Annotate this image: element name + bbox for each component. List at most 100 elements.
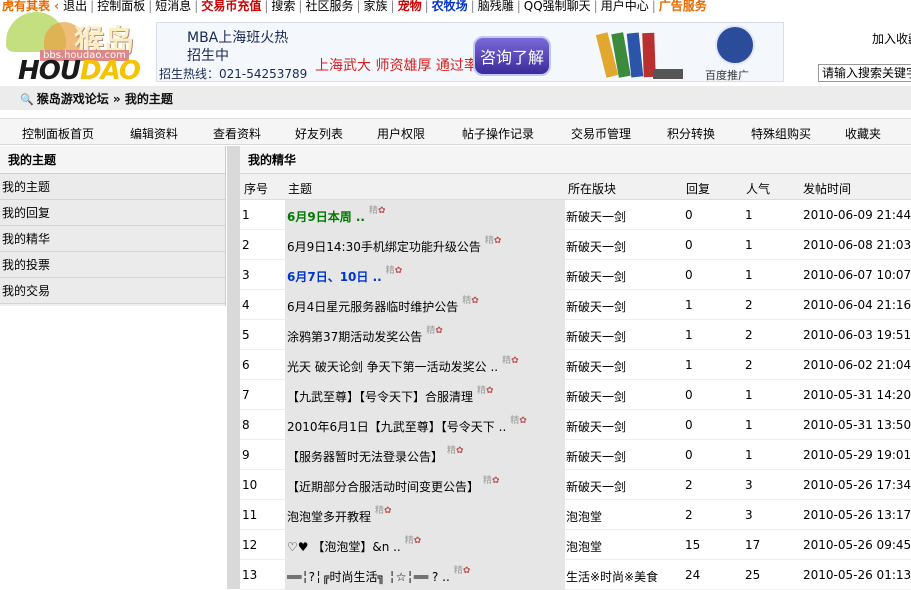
- topic-link[interactable]: ♡♥ 【泡泡堂】&n ..: [287, 540, 401, 554]
- ad-consult-button[interactable]: 咨询了解: [473, 36, 551, 76]
- topic-link[interactable]: 6月4日星元服务器临时维护公告: [287, 300, 458, 314]
- board-link[interactable]: 泡泡堂: [566, 508, 602, 525]
- topic-link[interactable]: 【九武至尊】【号令天下】合服清理: [287, 390, 473, 404]
- essence-badge-label: 精: [404, 536, 414, 546]
- table-row: 11 泡泡堂多开教程 精✿ 泡泡堂 2 3 2010-05-26 13:17: [240, 500, 911, 530]
- search-input[interactable]: 请输入搜索关键字: [818, 64, 911, 82]
- sidebar-item[interactable]: 我的交易: [0, 278, 225, 304]
- topic-link[interactable]: 【服务器暂时无法登录公告】: [287, 450, 443, 464]
- nav-item[interactable]: 特殊组购买: [751, 125, 811, 142]
- nav-item[interactable]: 收藏夹: [845, 125, 881, 142]
- top-link[interactable]: 宠物: [396, 0, 424, 12]
- post-time: 2010-05-29 19:01: [803, 448, 911, 462]
- nav-item[interactable]: 查看资料: [213, 125, 261, 142]
- post-time: 2010-05-31 13:50: [803, 418, 911, 432]
- table-row: 10 【近期部分合服活动时间变更公告】 精✿ 新破天一剑 2 3 2010-05-26 17…: [240, 470, 911, 500]
- post-time: 2010-06-09 21:44: [803, 208, 911, 222]
- topic-link[interactable]: 【近期部分合服活动时间变更公告】: [287, 480, 479, 494]
- ad-line2: 招生中: [187, 48, 229, 64]
- essence-badge-label: 精: [502, 356, 512, 366]
- essence-badge-icon: 精✿: [462, 296, 479, 306]
- board-link[interactable]: 新破天一剑: [566, 328, 626, 345]
- board-link[interactable]: 新破天一剑: [566, 448, 626, 465]
- ad-line1: MBA上海班火热: [187, 30, 289, 46]
- nav-item[interactable]: 好友列表: [295, 125, 343, 142]
- view-count: 3: [745, 508, 753, 522]
- board-link[interactable]: 新破天一剑: [566, 268, 626, 285]
- board-link[interactable]: 生活※时尚※美食: [566, 568, 658, 585]
- essence-badge-icon: 精✿: [426, 326, 443, 336]
- reply-count: 0: [685, 238, 693, 252]
- nav-item[interactable]: 帖子操作记录: [462, 125, 534, 142]
- nav-item[interactable]: 用户权限: [377, 125, 425, 142]
- essence-badge-icon: 精✿: [502, 356, 519, 366]
- reply-count: 0: [685, 388, 693, 402]
- board-link[interactable]: 新破天一剑: [566, 298, 626, 315]
- nav-item[interactable]: 积分转换: [667, 125, 715, 142]
- reply-count: 1: [685, 298, 693, 312]
- row-number: 6: [242, 358, 250, 372]
- board-link[interactable]: 新破天一剑: [566, 238, 626, 255]
- top-link[interactable]: 社区服务: [303, 0, 355, 12]
- topic-link[interactable]: 6月7日、10日 ..: [287, 270, 382, 284]
- top-link[interactable]: 短消息: [153, 0, 193, 12]
- sidebar-item[interactable]: 我的精华: [0, 226, 225, 252]
- view-count: 1: [745, 208, 753, 222]
- top-link[interactable]: 交易币充值: [199, 0, 263, 12]
- post-time: 2010-05-26 13:17: [803, 508, 911, 522]
- essence-badge-label: 精: [477, 386, 487, 396]
- table-row: 13 ══╎?╎╔时尚生活╗ ╎☆╎══ ? .. 精✿ 生活※时尚※美食 24 25 20…: [240, 560, 911, 590]
- board-link[interactable]: 泡泡堂: [566, 538, 602, 555]
- board-link[interactable]: 新破天一剑: [566, 388, 626, 405]
- top-link[interactable]: 广告服务: [657, 0, 709, 12]
- nav-item[interactable]: 编辑资料: [130, 125, 178, 142]
- sidebar-item[interactable]: 我的投票: [0, 252, 225, 278]
- sidebar-item[interactable]: 我的回复: [0, 200, 225, 226]
- topic-link[interactable]: 涂鸦第37期活动发奖公告: [287, 330, 422, 344]
- col-time: 发帖时间: [803, 182, 852, 196]
- nav-item[interactable]: 交易币管理: [571, 125, 631, 142]
- sidebar-item[interactable]: 我的主题: [0, 174, 225, 200]
- essence-badge-icon: 精✿: [484, 236, 502, 246]
- board-link[interactable]: 新破天一剑: [566, 208, 626, 225]
- table-row: 7 【九武至尊】【号令天下】合服清理 精✿ 新破天一剑 0 1 2010-05-31 14:…: [240, 380, 911, 410]
- essence-badge-label: 精: [484, 236, 494, 246]
- ad-hotline: 招生热线：021-54253789: [159, 67, 308, 81]
- row-number: 9: [242, 448, 250, 462]
- table-header: 序号 主题 所在版块 回复 人气 发帖时间: [240, 174, 911, 200]
- row-number: 8: [242, 418, 250, 432]
- nav-item[interactable]: 控制面板首页: [22, 125, 94, 142]
- view-count: 1: [745, 238, 753, 252]
- board-link[interactable]: 新破天一剑: [566, 358, 626, 375]
- top-link[interactable]: 用户中心: [599, 0, 651, 12]
- topic-link[interactable]: 6月9日本周 ..: [287, 210, 365, 224]
- view-count: 1: [745, 418, 753, 432]
- top-link[interactable]: 家族: [362, 0, 390, 12]
- table-row: 12 ♡♥ 【泡泡堂】&n .. 精✿ 泡泡堂 15 17 2010-05-26 09:45: [240, 530, 911, 560]
- col-views: 人气: [746, 182, 771, 196]
- topic-link[interactable]: 泡泡堂多开教程: [287, 510, 371, 524]
- top-link[interactable]: 搜索: [269, 0, 297, 12]
- topic-link[interactable]: 2010年6月1日【九武至尊】【号令天下 ..: [287, 420, 506, 434]
- essence-badge-label: 精: [385, 266, 395, 276]
- breadcrumb-forum[interactable]: 猴岛游戏论坛: [37, 92, 109, 106]
- table-row: 5 涂鸦第37期活动发奖公告 精✿ 新破天一剑 1 2 2010-06-03 19:51: [240, 320, 911, 350]
- topic-link[interactable]: 光天 破天论剑 争天下第一活动发奖公 ..: [287, 360, 498, 374]
- essence-badge-icon: 精✿: [404, 536, 422, 546]
- top-link[interactable]: 脑残雕: [476, 0, 516, 12]
- logo-en-text: HOUDAO: [18, 56, 141, 86]
- reply-count: 0: [685, 268, 693, 282]
- board-link[interactable]: 新破天一剑: [566, 478, 626, 495]
- top-link[interactable]: QQ强制聊天: [522, 0, 593, 12]
- topic-link[interactable]: ══╎?╎╔时尚生活╗ ╎☆╎══ ? ..: [287, 570, 450, 584]
- add-to-favorites-link[interactable]: 加入收藏: [872, 30, 911, 47]
- logo-en-a: HOU: [18, 56, 81, 86]
- essence-badge-label: 精: [369, 206, 379, 216]
- topic-link[interactable]: 6月9日14:30手机绑定功能升级公告: [287, 240, 481, 254]
- ad-banner[interactable]: MBA上海班火热 招生中 招生热线：021-54253789 上海武大 师资雄厚…: [156, 22, 784, 82]
- top-link[interactable]: 农牧场: [430, 0, 470, 12]
- reply-count: 15: [685, 538, 701, 552]
- search-icon: 🔍: [20, 93, 34, 106]
- row-number: 2: [242, 238, 250, 252]
- board-link[interactable]: 新破天一剑: [566, 418, 626, 435]
